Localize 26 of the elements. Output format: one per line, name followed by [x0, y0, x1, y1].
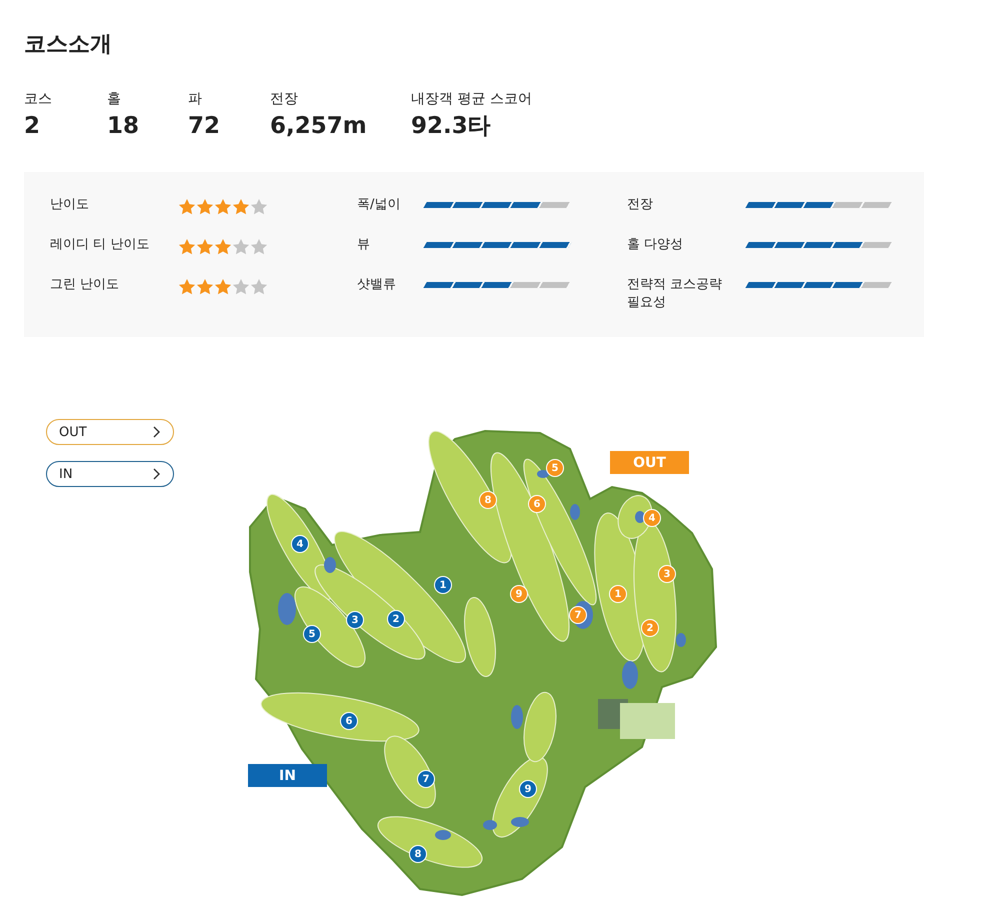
stat-value: 18	[107, 112, 140, 141]
stat-value: 72	[188, 112, 220, 141]
stat-label: 전장	[270, 90, 298, 108]
feature-label: 뷰	[357, 236, 371, 254]
factor-label: 전장	[627, 196, 654, 214]
stat-label: 파	[188, 90, 202, 108]
chevron-icon	[153, 468, 161, 480]
feature-label: 샷밸류	[357, 276, 397, 294]
stat-label: 내장객 평균 스코어	[411, 90, 532, 108]
rating-label: 그린 난이도	[50, 276, 120, 294]
stat-value: 2	[24, 112, 40, 141]
route-button[interactable]: IN	[46, 461, 174, 487]
route-label: IN	[248, 764, 327, 787]
feature-label: 폭/넓이	[357, 196, 402, 214]
stat-label: 홀	[107, 90, 121, 108]
stat-value: 92.3타	[411, 112, 491, 141]
chevron-icon	[153, 426, 161, 438]
route-button[interactable]: OUT	[46, 419, 174, 445]
rating-label: 난이도	[50, 196, 90, 214]
factor-label: 홀 다양성	[627, 236, 684, 254]
section-title: 코스소개	[24, 31, 113, 59]
factor-label: 전략적 코스공략 필요성	[627, 276, 724, 312]
stat-label: 코스	[24, 90, 52, 108]
stat-value: 6,257m	[270, 112, 367, 141]
route-label: OUT	[610, 451, 689, 474]
rating-label: 레이디 티 난이도	[50, 236, 150, 254]
